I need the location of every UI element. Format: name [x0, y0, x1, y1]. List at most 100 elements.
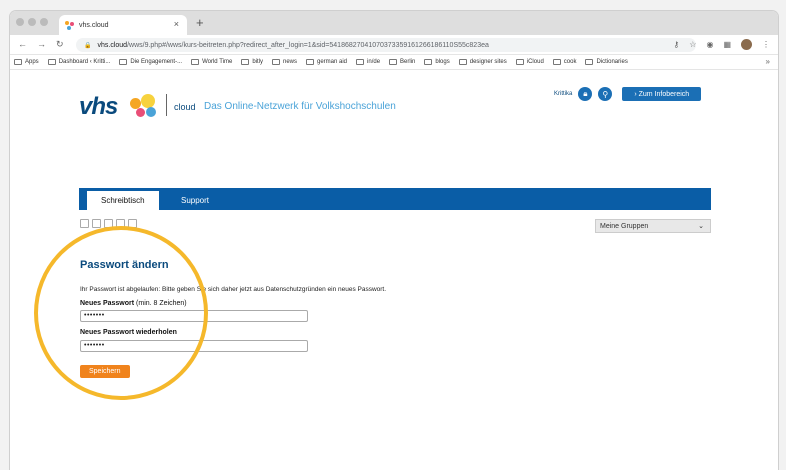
bookmark-icon: [191, 59, 200, 65]
browser-tab[interactable]: vhs.cloud ×: [59, 15, 187, 35]
main-nav: Schreibtisch Support: [79, 188, 711, 210]
bookmark-label: Dashboard ‹ Kritti...: [58, 59, 111, 65]
bookmark-icon: [271, 59, 280, 65]
list-icon[interactable]: [92, 219, 101, 228]
print-icon[interactable]: [128, 219, 137, 228]
extension-icon[interactable]: ◉: [706, 40, 713, 49]
page-title: Passwort ändern: [80, 259, 169, 271]
bookmark-icon: [515, 59, 524, 65]
bookmark-label: Berlin: [400, 59, 416, 65]
bookmark-item[interactable]: Die Engagement-...: [119, 59, 182, 65]
close-tab-icon[interactable]: ×: [174, 19, 179, 29]
groups-select[interactable]: Meine Gruppen ⌄: [595, 219, 711, 233]
bookmark-label: in/de: [367, 59, 381, 65]
url-host: vhs.cloud: [97, 41, 128, 49]
bookmark-item[interactable]: news: [271, 59, 297, 65]
bookmark-item[interactable]: Dictionaries: [585, 59, 628, 65]
star-icon[interactable]: ☆: [689, 40, 696, 49]
bookmark-icon: [552, 59, 561, 65]
groups-select-value: Meine Gruppen: [600, 222, 649, 230]
bookmark-item[interactable]: Dashboard ‹ Kritti...: [47, 59, 111, 65]
repeat-password-field[interactable]: •••••••: [80, 340, 308, 352]
tab-bar: vhs.cloud × +: [10, 11, 778, 35]
new-password-label: Neues Passwort (min. 8 Zeichen): [80, 300, 187, 307]
forward-icon[interactable]: →: [37, 39, 46, 50]
bookmark-label: Apps: [25, 59, 39, 65]
web-page: vhs cloud Das Online-Netzwerk für Volksh…: [10, 70, 778, 470]
browser-window: vhs.cloud × + ← → ↻ 🔒 vhs.cloud /wws/9.p…: [10, 11, 778, 470]
save-button[interactable]: Speichern: [80, 365, 130, 378]
bookmark-label: news: [282, 59, 297, 65]
bookmark-icon: [119, 59, 128, 65]
chevron-down-icon: ⌄: [698, 223, 704, 230]
repeat-password-label: Neues Passwort wiederholen: [80, 329, 177, 336]
bookmark-icon: [585, 59, 594, 65]
bookmark-icon: [47, 59, 56, 65]
vhs-logo[interactable]: vhs: [79, 93, 118, 121]
bookmark-item[interactable]: World Time: [191, 59, 232, 65]
profile-avatar[interactable]: [741, 39, 752, 50]
user-area: Krittika 🔒︎ ⚲ › Zum Infobereich: [554, 87, 702, 101]
bookmarks-bar: Apps Dashboard ‹ Kritti... Die Engagement-…: [10, 55, 778, 70]
close-window-icon[interactable]: [16, 18, 24, 26]
new-tab-button[interactable]: +: [196, 15, 204, 30]
tab-schreibtisch[interactable]: Schreibtisch: [87, 191, 159, 210]
address-bar[interactable]: 🔒 vhs.cloud /wws/9.php#/wws/kurs-beitret…: [76, 38, 696, 52]
logo-cloud-label: cloud: [174, 102, 196, 112]
reload-icon[interactable]: ↻: [56, 39, 64, 50]
browser-toolbar: ← → ↻ 🔒 vhs.cloud /wws/9.php#/wws/kurs-b…: [10, 35, 778, 55]
bookmark-icon: [241, 59, 250, 65]
vhs-favicon-icon: [65, 20, 74, 30]
tab-support[interactable]: Support: [167, 191, 223, 210]
minimize-window-icon[interactable]: [28, 18, 36, 26]
url-path: /wws/9.php#/wws/kurs-beitreten.php?redir…: [127, 41, 489, 49]
bookmark-item[interactable]: in/de: [356, 59, 380, 65]
bookmark-label: german aid: [317, 59, 348, 65]
bookmark-item[interactable]: iCloud: [515, 59, 544, 65]
maximize-window-icon[interactable]: [40, 18, 48, 26]
vhs-logo-mark-icon: [130, 94, 160, 120]
bookmark-label: World Time: [202, 59, 233, 65]
apps-icon: [14, 59, 22, 65]
repeat-password-label-text: Neues Passwort wiederholen: [80, 329, 177, 336]
bookmark-item[interactable]: german aid: [306, 59, 347, 65]
expired-message: Ihr Passwort ist abgelaufen: Bitte geben…: [80, 286, 387, 293]
window-controls[interactable]: [16, 18, 48, 26]
search-icon[interactable]: ⚲: [598, 87, 613, 101]
lock-icon: 🔒: [84, 42, 92, 49]
bookmark-label: designer sites: [469, 59, 507, 65]
info-area-button[interactable]: › Zum Infobereich: [622, 87, 702, 101]
tab-title: vhs.cloud: [79, 21, 109, 29]
bookmark-icon: [356, 59, 365, 65]
bookmark-label: blogs: [435, 59, 450, 65]
new-password-hint: (min. 8 Zeichen): [134, 300, 187, 307]
bookmark-icon: [306, 59, 314, 65]
bookmark-icon: [389, 59, 398, 65]
lock-account-icon[interactable]: 🔒︎: [578, 87, 593, 101]
logo-divider: [166, 94, 167, 116]
bookmark-icon: [424, 59, 433, 65]
bookmark-item[interactable]: designer sites: [458, 59, 507, 65]
mail-icon[interactable]: [104, 219, 113, 228]
file-icon[interactable]: [116, 219, 125, 228]
key-icon[interactable]: ⚷: [673, 40, 679, 49]
menu-icon[interactable]: ⋮: [762, 40, 770, 49]
extension-2-icon[interactable]: ▦: [723, 40, 731, 49]
bookmark-icon: [458, 59, 467, 65]
tree-icon[interactable]: [80, 219, 89, 228]
user-name[interactable]: Krittika: [554, 91, 572, 97]
bookmark-item[interactable]: blogs: [424, 59, 450, 65]
desk-toolbar: [80, 219, 137, 228]
bookmark-label: Dictionaries: [596, 59, 628, 65]
bookmark-item[interactable]: Berlin: [389, 59, 415, 65]
new-password-field[interactable]: •••••••: [80, 310, 308, 322]
more-bookmarks-icon[interactable]: »: [766, 57, 770, 66]
bookmark-label: iCloud: [526, 59, 544, 65]
bookmark-label: cook: [563, 59, 577, 65]
bookmark-item[interactable]: Apps: [14, 59, 39, 65]
back-icon[interactable]: ←: [18, 39, 27, 50]
new-password-label-text: Neues Passwort: [80, 300, 135, 307]
bookmark-item[interactable]: cook: [552, 59, 577, 65]
bookmark-item[interactable]: bitly: [241, 59, 263, 65]
site-tagline: Das Online-Netzwerk für Volkshochschulen: [204, 101, 396, 112]
